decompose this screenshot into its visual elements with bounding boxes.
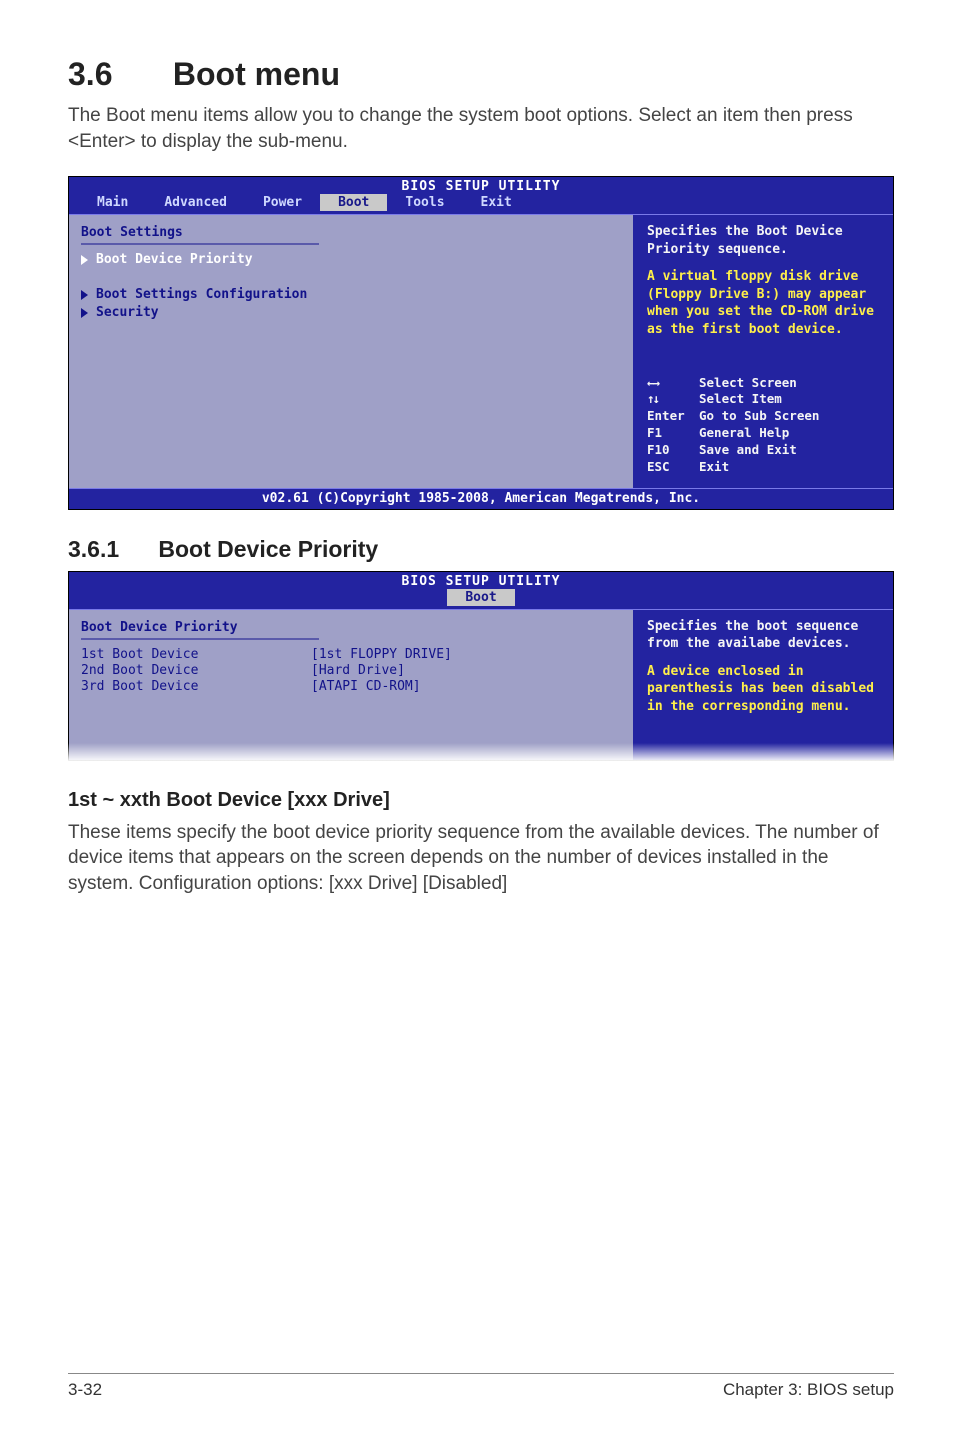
key-desc: Exit [699, 459, 729, 476]
key-desc: General Help [699, 425, 789, 442]
triangle-right-icon [81, 308, 88, 318]
bios-help-panel: Specifies the Boot Device Priority seque… [633, 215, 893, 488]
key-label: F10 [647, 442, 693, 459]
bios-title: BIOS SETUP UTILITY [69, 574, 893, 589]
boot-device-label: 2nd Boot Device [81, 663, 311, 678]
spacer [81, 270, 621, 284]
section-number: 3.6 [68, 56, 164, 93]
bios-item-boot-device-priority[interactable]: Boot Device Priority [81, 252, 621, 267]
divider [81, 638, 319, 640]
bios-boot-device-row-1[interactable]: 1st Boot Device [1st FLOPPY DRIVE] [81, 647, 621, 662]
bios-tab-exit[interactable]: Exit [463, 194, 530, 211]
bios-screenshot-boot-device-priority: BIOS SETUP UTILITY Boot Boot Device Prio… [68, 571, 894, 761]
key-label: ESC [647, 459, 693, 476]
bios-item-label: Boot Device Priority [96, 252, 253, 267]
subsection-title: Boot Device Priority [158, 536, 378, 562]
bios-tab-advanced[interactable]: Advanced [146, 194, 245, 211]
bios-tabs: Boot [69, 589, 893, 608]
bios-menubar: BIOS SETUP UTILITY Boot [69, 572, 893, 609]
boot-device-value: [1st FLOPPY DRIVE] [311, 647, 452, 662]
boot-device-value: [ATAPI CD-ROM] [311, 679, 421, 694]
boot-device-label: 1st Boot Device [81, 647, 311, 662]
key-desc: Select Screen [699, 375, 797, 392]
divider [81, 243, 319, 245]
triangle-right-icon [81, 255, 88, 265]
bios-left-panel: Boot Device Priority 1st Boot Device [1s… [69, 610, 633, 760]
bios-tabs: Main Advanced Power Boot Tools Exit [69, 194, 893, 213]
bios-tab-boot[interactable]: Boot [320, 194, 387, 211]
bios-tab-boot[interactable]: Boot [447, 589, 514, 606]
arrows-up-down-icon [647, 391, 693, 408]
chapter-label: Chapter 3: BIOS setup [723, 1380, 894, 1400]
section-title: Boot menu [173, 56, 340, 92]
boot-device-value: [Hard Drive] [311, 663, 405, 678]
page-number: 3-32 [68, 1380, 102, 1400]
bios-key-legend: Select Screen Select Item Enter Go to Sub… [647, 375, 883, 476]
bios-help-text-secondary: A device enclosed in parenthesis has bee… [647, 663, 883, 716]
section-heading: 3.6 Boot menu [68, 56, 894, 93]
bios-help-text-secondary: A virtual floppy disk drive (Floppy Driv… [647, 268, 883, 338]
bios-menubar: BIOS SETUP UTILITY Main Advanced Power B… [69, 177, 893, 214]
bios-body: Boot Settings Boot Device Priority Boot … [69, 214, 893, 488]
key-desc: Select Item [699, 391, 782, 408]
bios-boot-device-row-3[interactable]: 3rd Boot Device [ATAPI CD-ROM] [81, 679, 621, 694]
paragraph-heading: 1st ~ xxth Boot Device [xxx Drive] [68, 789, 894, 812]
bios-item-label: Security [96, 305, 159, 320]
subsection-heading: 3.6.1 Boot Device Priority [68, 536, 894, 563]
bios-left-panel: Boot Settings Boot Device Priority Boot … [69, 215, 633, 488]
section-intro: The Boot menu items allow you to change … [68, 103, 894, 154]
key-label: F1 [647, 425, 693, 442]
triangle-right-icon [81, 290, 88, 300]
key-desc: Go to Sub Screen [699, 408, 819, 425]
subsection-number: 3.6.1 [68, 536, 152, 563]
page-footer: 3-32 Chapter 3: BIOS setup [68, 1373, 894, 1400]
bios-body: Boot Device Priority 1st Boot Device [1s… [69, 609, 893, 760]
bios-tab-main[interactable]: Main [79, 194, 146, 211]
bios-item-security[interactable]: Security [81, 305, 621, 320]
bios-tab-tools[interactable]: Tools [387, 194, 462, 211]
bios-item-boot-settings-configuration[interactable]: Boot Settings Configuration [81, 287, 621, 302]
bios-item-label: Boot Settings Configuration [96, 287, 307, 302]
bios-help-text-primary: Specifies the Boot Device Priority seque… [647, 223, 883, 258]
bios-screenshot-boot-settings: BIOS SETUP UTILITY Main Advanced Power B… [68, 176, 894, 510]
bios-help-text-primary: Specifies the boot sequence from the ava… [647, 618, 883, 653]
paragraph-body: These items specify the boot device prio… [68, 820, 894, 897]
bios-title: BIOS SETUP UTILITY [69, 179, 893, 194]
bios-copyright-footer: v02.61 (C)Copyright 1985-2008, American … [69, 488, 893, 509]
key-label: Enter [647, 408, 693, 425]
boot-device-label: 3rd Boot Device [81, 679, 311, 694]
bios-help-panel: Specifies the boot sequence from the ava… [633, 610, 893, 760]
bios-tab-power[interactable]: Power [245, 194, 320, 211]
bios-panel-title: Boot Device Priority [81, 620, 621, 635]
bios-boot-device-row-2[interactable]: 2nd Boot Device [Hard Drive] [81, 663, 621, 678]
arrows-left-right-icon [647, 375, 693, 392]
key-desc: Save and Exit [699, 442, 797, 459]
bios-panel-title: Boot Settings [81, 225, 621, 240]
